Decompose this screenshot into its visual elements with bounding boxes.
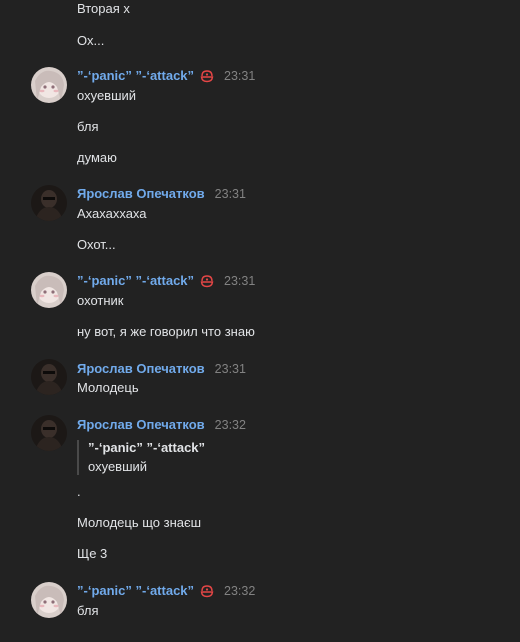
message-time[interactable]: 23:31	[224, 273, 255, 289]
message-text: Молодець	[77, 380, 139, 395]
message-header: ”-‘panic” ”-‘attack” 23:31	[77, 273, 255, 289]
avatar[interactable]	[31, 359, 67, 395]
author-name[interactable]: Ярослав Опечатков	[77, 186, 205, 202]
donut-badge-icon[interactable]	[200, 274, 214, 288]
message-header: Ярослав Опечатков 23:31	[77, 186, 246, 202]
message-text: думаю	[77, 150, 117, 165]
message-text: Молодець що знаєш	[77, 515, 202, 530]
message-header: Ярослав Опечатков 23:31	[77, 361, 246, 377]
donut-badge-icon[interactable]	[200, 69, 214, 83]
message-text: Ахахаххаха	[77, 206, 147, 221]
dark-photo-avatar	[31, 415, 67, 451]
message-time[interactable]: 23:31	[215, 361, 246, 377]
message-text: Ще 3	[77, 546, 108, 561]
quote-text: охуевший	[88, 459, 148, 474]
message-time[interactable]: 23:31	[215, 186, 246, 202]
message-text: бля	[77, 603, 99, 618]
anime-girl-avatar	[31, 582, 67, 618]
message-text: .	[77, 484, 81, 499]
anime-girl-avatar	[31, 272, 67, 308]
message-time[interactable]: 23:31	[224, 68, 255, 84]
avatar[interactable]	[31, 272, 67, 308]
message-text: бля	[77, 119, 99, 134]
message-text: Охот...	[77, 237, 116, 252]
donut-badge-icon[interactable]	[200, 584, 214, 598]
author-name[interactable]: ”-‘panic” ”-‘attack”	[77, 583, 194, 599]
quote-author: ”-‘panic” ”-‘attack”	[88, 440, 206, 455]
author-name[interactable]: Ярослав Опечатков	[77, 417, 205, 433]
message-header: Ярослав Опечатков 23:32	[77, 417, 246, 433]
dark-photo-avatar	[31, 359, 67, 395]
message-text: Вторая х	[77, 1, 130, 16]
message-text: охотник	[77, 293, 124, 308]
message-header: ”-‘panic” ”-‘attack” 23:31	[77, 68, 255, 84]
message-header: ”-‘panic” ”-‘attack” 23:32	[77, 583, 255, 599]
message-time[interactable]: 23:32	[215, 417, 246, 433]
message-text: охуевший	[77, 88, 137, 103]
anime-girl-avatar	[31, 67, 67, 103]
author-name[interactable]: ”-‘panic” ”-‘attack”	[77, 273, 194, 289]
author-name[interactable]: Ярослав Опечатков	[77, 361, 205, 377]
message-time[interactable]: 23:32	[224, 583, 255, 599]
message-text: ну вот, я же говорил что знаю	[77, 324, 255, 339]
chat-history: Вторая х Ох... ”-‘panic” ”-‘attack” 23:3…	[0, 0, 520, 642]
avatar[interactable]	[31, 415, 67, 451]
avatar[interactable]	[31, 67, 67, 103]
message-text: Ох...	[77, 33, 105, 48]
reply-quote[interactable]: ”-‘panic” ”-‘attack” охуевший	[77, 440, 205, 475]
avatar[interactable]	[31, 582, 67, 618]
dark-photo-avatar	[31, 185, 67, 221]
author-name[interactable]: ”-‘panic” ”-‘attack”	[77, 68, 194, 84]
avatar[interactable]	[31, 185, 67, 221]
